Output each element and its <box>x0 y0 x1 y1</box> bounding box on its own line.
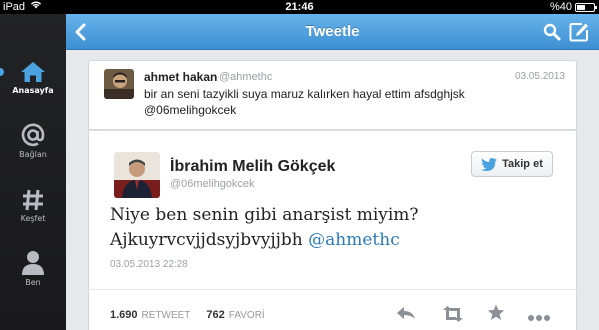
twitter-bird-icon <box>481 157 498 171</box>
at-sign-icon <box>21 123 45 147</box>
avatar[interactable] <box>114 152 160 198</box>
status-bar: iPad 21:46 %40 <box>0 0 599 14</box>
search-button[interactable] <box>543 23 561 46</box>
sidebar-item-label: Keşfet <box>20 214 46 223</box>
clock: 21:46 <box>285 1 314 13</box>
home-icon <box>21 62 45 82</box>
retweet-count-label: RETWEET <box>141 310 191 321</box>
compose-button[interactable] <box>569 22 589 47</box>
tweet-detail-panel: Tweetle ahmet hakan @ahmethc 03.05.2013 … <box>66 14 599 330</box>
divider <box>88 289 577 290</box>
reply-button[interactable] <box>396 306 416 325</box>
reply-date: 03.05.2013 <box>514 71 565 82</box>
battery-percent: %40 <box>549 1 572 13</box>
follow-label: Takip et <box>502 158 543 170</box>
retweet-icon <box>443 306 463 322</box>
sidebar-item-discover[interactable]: Keşfet <box>0 188 66 223</box>
sidebar-item-label: Anasayfa <box>12 86 54 95</box>
sidebar-item-me[interactable]: Ben <box>0 250 66 287</box>
search-icon <box>543 23 561 41</box>
mention-link[interactable]: @ahmethc <box>308 230 400 250</box>
tweet-stats: 1.690 RETWEET 762 FAVORİ <box>110 309 265 321</box>
tweet-author-name[interactable]: İbrahim Melih Gökçek <box>170 158 335 176</box>
person-icon <box>22 251 44 275</box>
more-icon <box>528 315 550 321</box>
navigation-bar: Tweetle <box>66 14 599 50</box>
page-title: Tweetle <box>305 23 360 40</box>
sidebar: Anasayfa Bağlan Keşfet Ben <box>0 14 66 330</box>
battery-icon <box>575 2 597 12</box>
tweet-text: Niye ben senin gibi anarşist miyim? Ajku… <box>110 203 550 253</box>
favorite-count[interactable]: 762 <box>206 309 224 321</box>
more-button[interactable] <box>527 309 551 327</box>
sidebar-item-label: Bağlan <box>19 150 47 159</box>
tweet-author-handle: @06melihgokcek <box>170 178 255 190</box>
sidebar-item-label: Ben <box>25 278 41 287</box>
retweet-button[interactable] <box>442 306 464 327</box>
sidebar-item-home[interactable]: Anasayfa <box>0 60 66 95</box>
compose-icon <box>569 23 588 42</box>
star-icon <box>487 304 505 320</box>
reply-author-name[interactable]: ahmet hakan <box>144 70 217 84</box>
favorite-count-label: FAVORİ <box>228 310 265 321</box>
avatar[interactable] <box>104 69 134 99</box>
hashtag-icon <box>23 189 43 211</box>
reply-icon <box>397 307 415 319</box>
retweet-count[interactable]: 1.690 <box>110 309 138 321</box>
favorite-button[interactable] <box>487 304 505 327</box>
tweet-timestamp: 03.05.2013 22:28 <box>110 259 188 270</box>
sidebar-item-connect[interactable]: Bağlan <box>0 122 66 159</box>
follow-button[interactable]: Takip et <box>471 151 553 177</box>
reply-author-handle: @ahmethc <box>219 71 273 83</box>
reply-text: bir an seni tazyikli suya maruz kalırken… <box>144 87 465 117</box>
